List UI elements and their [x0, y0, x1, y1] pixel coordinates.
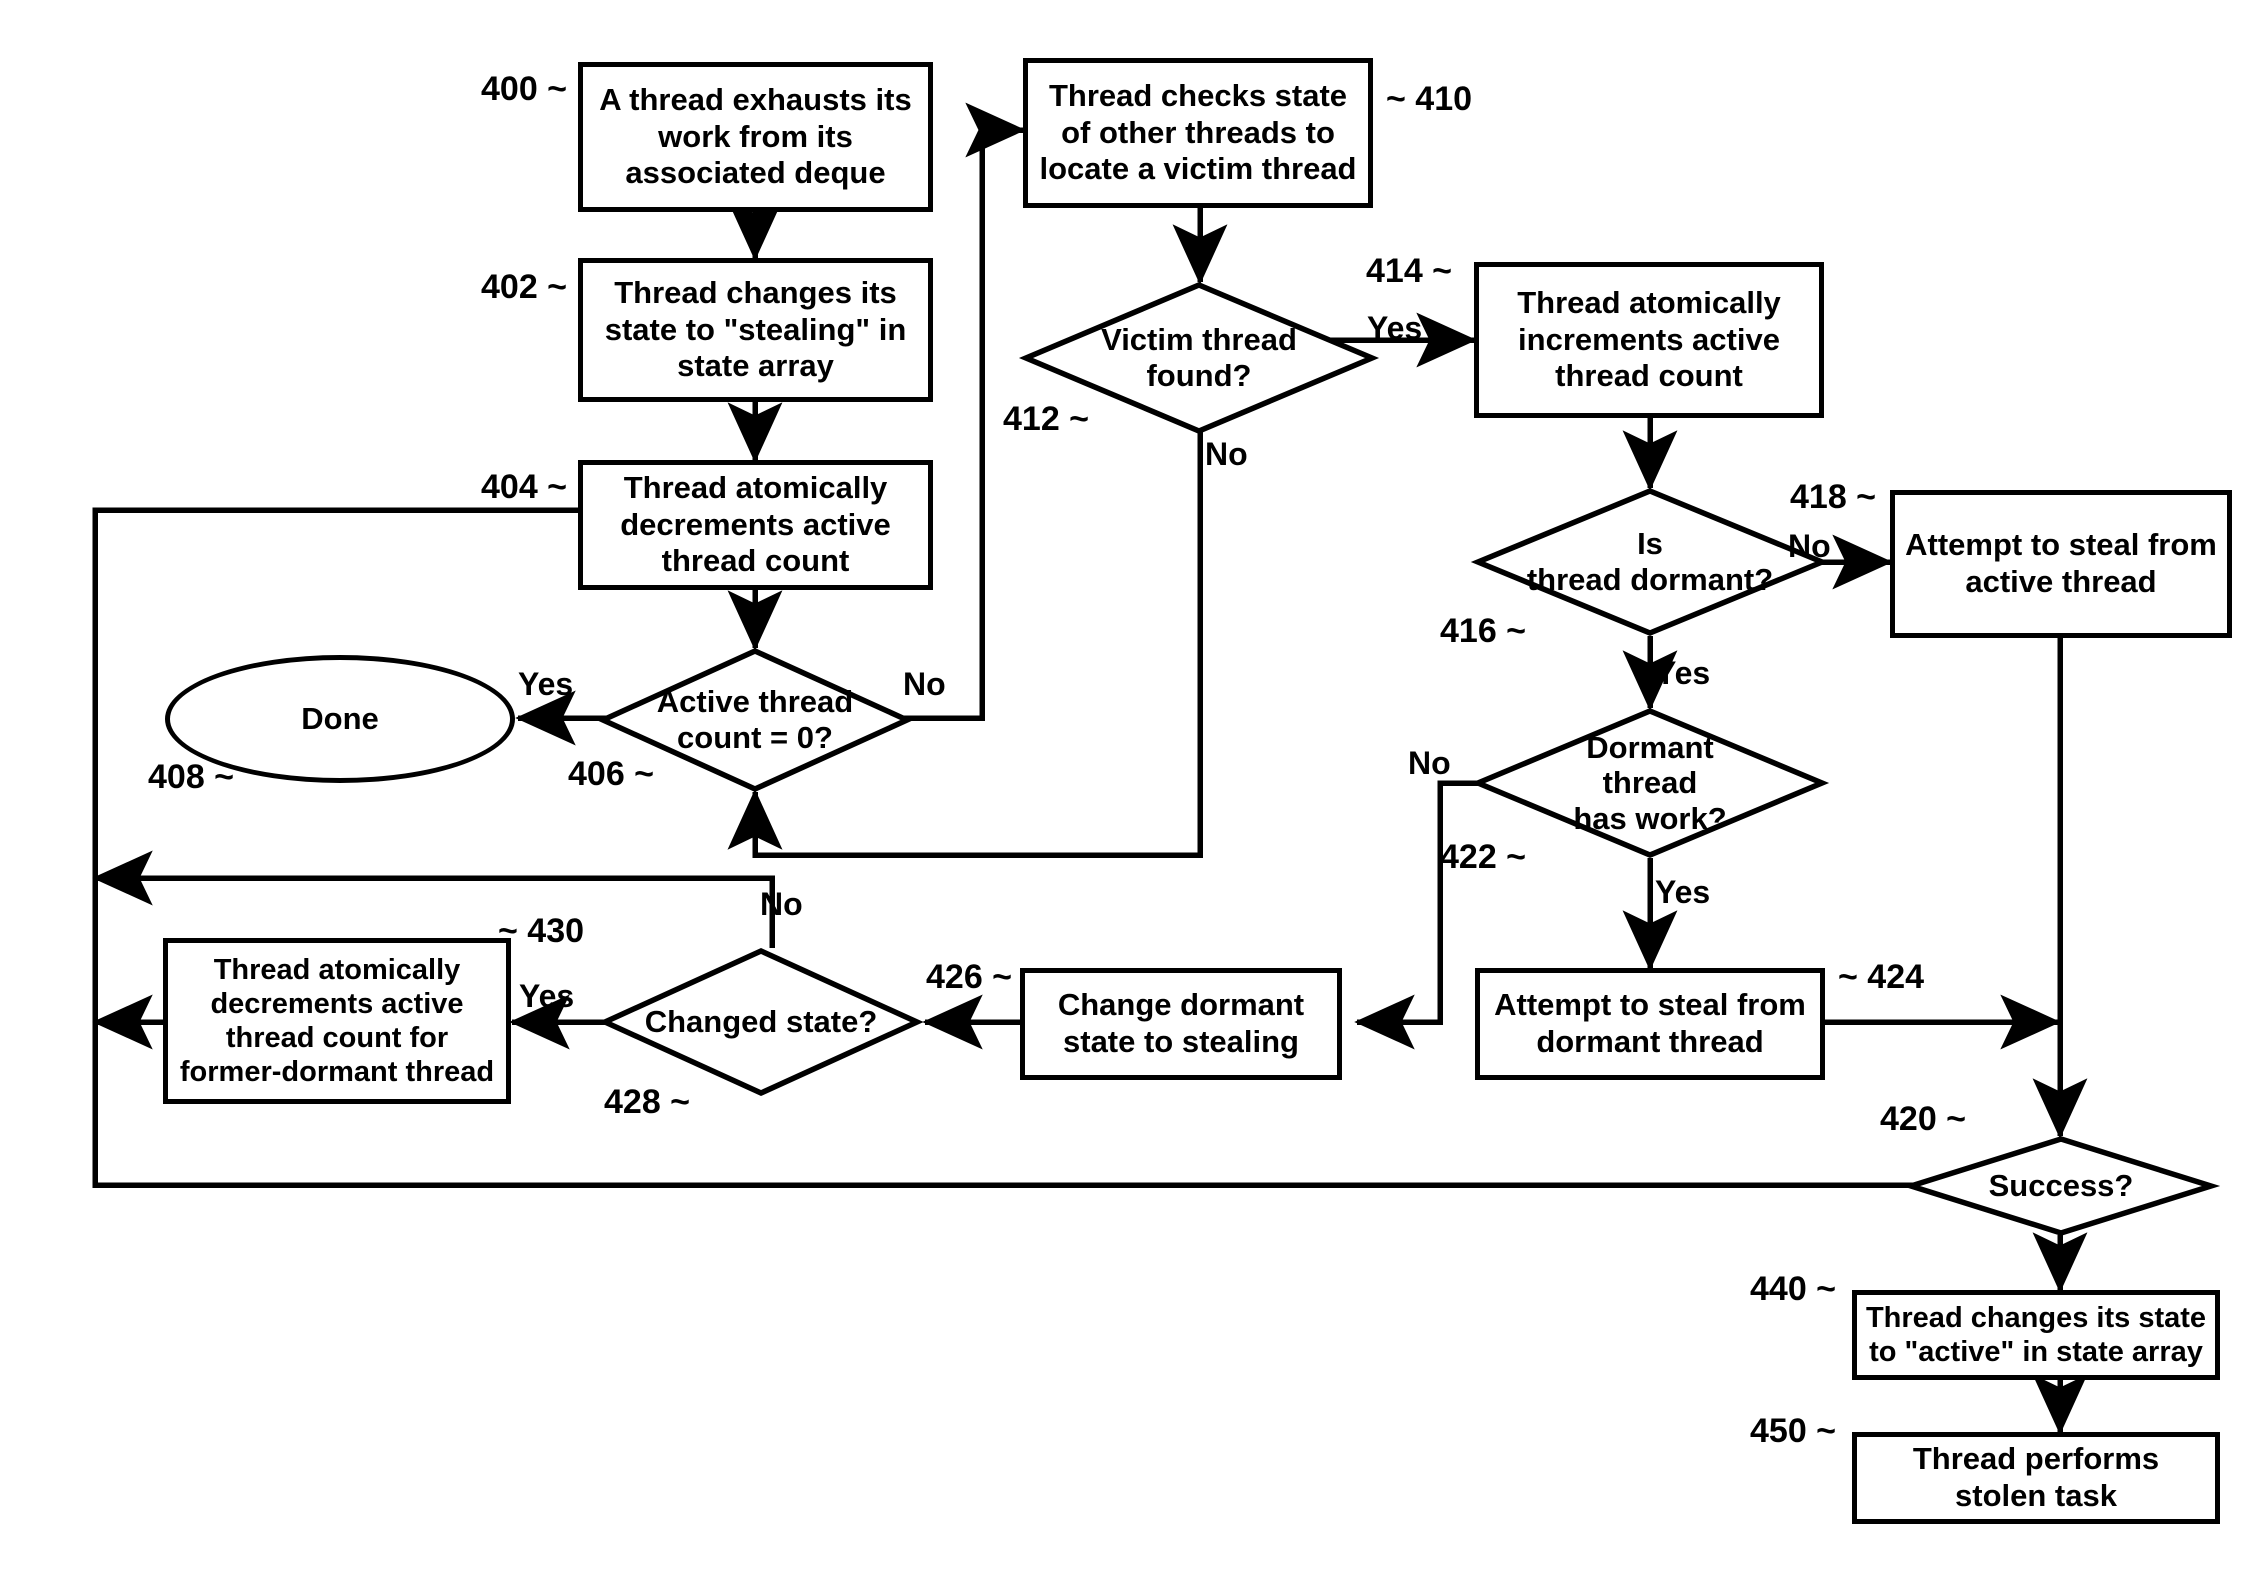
ref-410: ~ 410 [1386, 80, 1473, 118]
node-400-process[interactable]: A thread exhausts its work from its asso… [578, 62, 933, 212]
node-416-decision[interactable]: Is thread dormant? [1470, 488, 1830, 636]
node-414-process[interactable]: Thread atomically increments active thre… [1474, 262, 1824, 418]
node-402-process[interactable]: Thread changes its state to "stealing" i… [578, 258, 933, 402]
node-440-process[interactable]: Thread changes its state to "active" in … [1852, 1290, 2220, 1380]
node-430-text: Thread atomically decrements active thre… [179, 953, 495, 1089]
ref-416: 416 ~ [1440, 612, 1527, 650]
flowchart-canvas: A thread exhausts its work from its asso… [0, 0, 2254, 1591]
edge-label-406-no: No [903, 666, 946, 702]
node-420-text: Success? [1988, 1168, 2134, 1204]
ref-424: ~ 424 [1838, 958, 1925, 996]
ref-412: 412 ~ [1003, 400, 1090, 438]
node-404-text: Thread atomically decrements active thre… [620, 470, 891, 579]
node-402-text: Thread changes its state to "stealing" i… [604, 275, 907, 384]
ref-414: 414 ~ [1366, 252, 1453, 290]
ref-450: 450 ~ [1750, 1412, 1837, 1450]
node-430-process[interactable]: Thread atomically decrements active thre… [163, 938, 511, 1104]
node-410-process[interactable]: Thread checks state of other threads to … [1023, 58, 1373, 208]
ref-402: 402 ~ [481, 268, 568, 306]
edge-label-422-no: No [1408, 745, 1451, 781]
edge-label-406-yes: Yes [518, 666, 574, 702]
node-418-text: Attempt to steal from active thread [1905, 527, 2217, 599]
node-420-decision[interactable]: Success? [1901, 1136, 2221, 1236]
ref-420: 420 ~ [1880, 1100, 1967, 1138]
ref-428: 428 ~ [604, 1083, 691, 1121]
node-416-text: Is thread dormant? [1526, 526, 1774, 597]
node-408-text: Done [301, 700, 379, 736]
ref-440: 440 ~ [1750, 1270, 1837, 1308]
ref-406: 406 ~ [568, 755, 655, 793]
node-422-text: Dormant thread has work? [1573, 729, 1727, 836]
edge-label-428-no: No [760, 886, 803, 922]
ref-418: 418 ~ [1790, 478, 1877, 516]
node-440-text: Thread changes its state to "active" in … [1865, 1301, 2207, 1368]
ref-408: 408 ~ [148, 758, 235, 796]
node-422-decision[interactable]: Dormant thread has work? [1470, 708, 1830, 858]
node-450-text: Thread performs stolen task [1912, 1441, 2160, 1513]
node-450-process[interactable]: Thread performs stolen task [1852, 1432, 2220, 1524]
node-428-text: Changed state? [644, 1004, 878, 1040]
node-426-process[interactable]: Change dormant state to stealing [1020, 968, 1342, 1080]
node-424-process[interactable]: Attempt to steal from dormant thread [1475, 968, 1825, 1080]
node-400-text: A thread exhausts its work from its asso… [599, 82, 912, 191]
ref-422: 422 ~ [1440, 838, 1527, 876]
edge-label-416-yes: Yes [1655, 655, 1711, 691]
ref-430: ~ 430 [498, 912, 585, 950]
ref-400: 400 ~ [481, 70, 568, 108]
edge-label-422-yes: Yes [1655, 874, 1711, 910]
node-424-text: Attempt to steal from dormant thread [1494, 987, 1806, 1059]
node-414-text: Thread atomically increments active thre… [1517, 285, 1781, 394]
edge-label-412-no: No [1205, 436, 1248, 472]
node-404-process[interactable]: Thread atomically decrements active thre… [578, 460, 933, 590]
node-426-text: Change dormant state to stealing [1057, 987, 1305, 1059]
node-418-process[interactable]: Attempt to steal from active thread [1890, 490, 2232, 638]
edge-label-416-no: No [1788, 528, 1831, 564]
ref-404: 404 ~ [481, 468, 568, 506]
edge-label-412-yes: Yes [1367, 310, 1423, 346]
ref-426: 426 ~ [926, 958, 1013, 996]
edge-label-428-yes: Yes [519, 978, 575, 1014]
node-410-text: Thread checks state of other threads to … [1039, 78, 1357, 187]
node-428-decision[interactable]: Changed state? [598, 947, 924, 1097]
